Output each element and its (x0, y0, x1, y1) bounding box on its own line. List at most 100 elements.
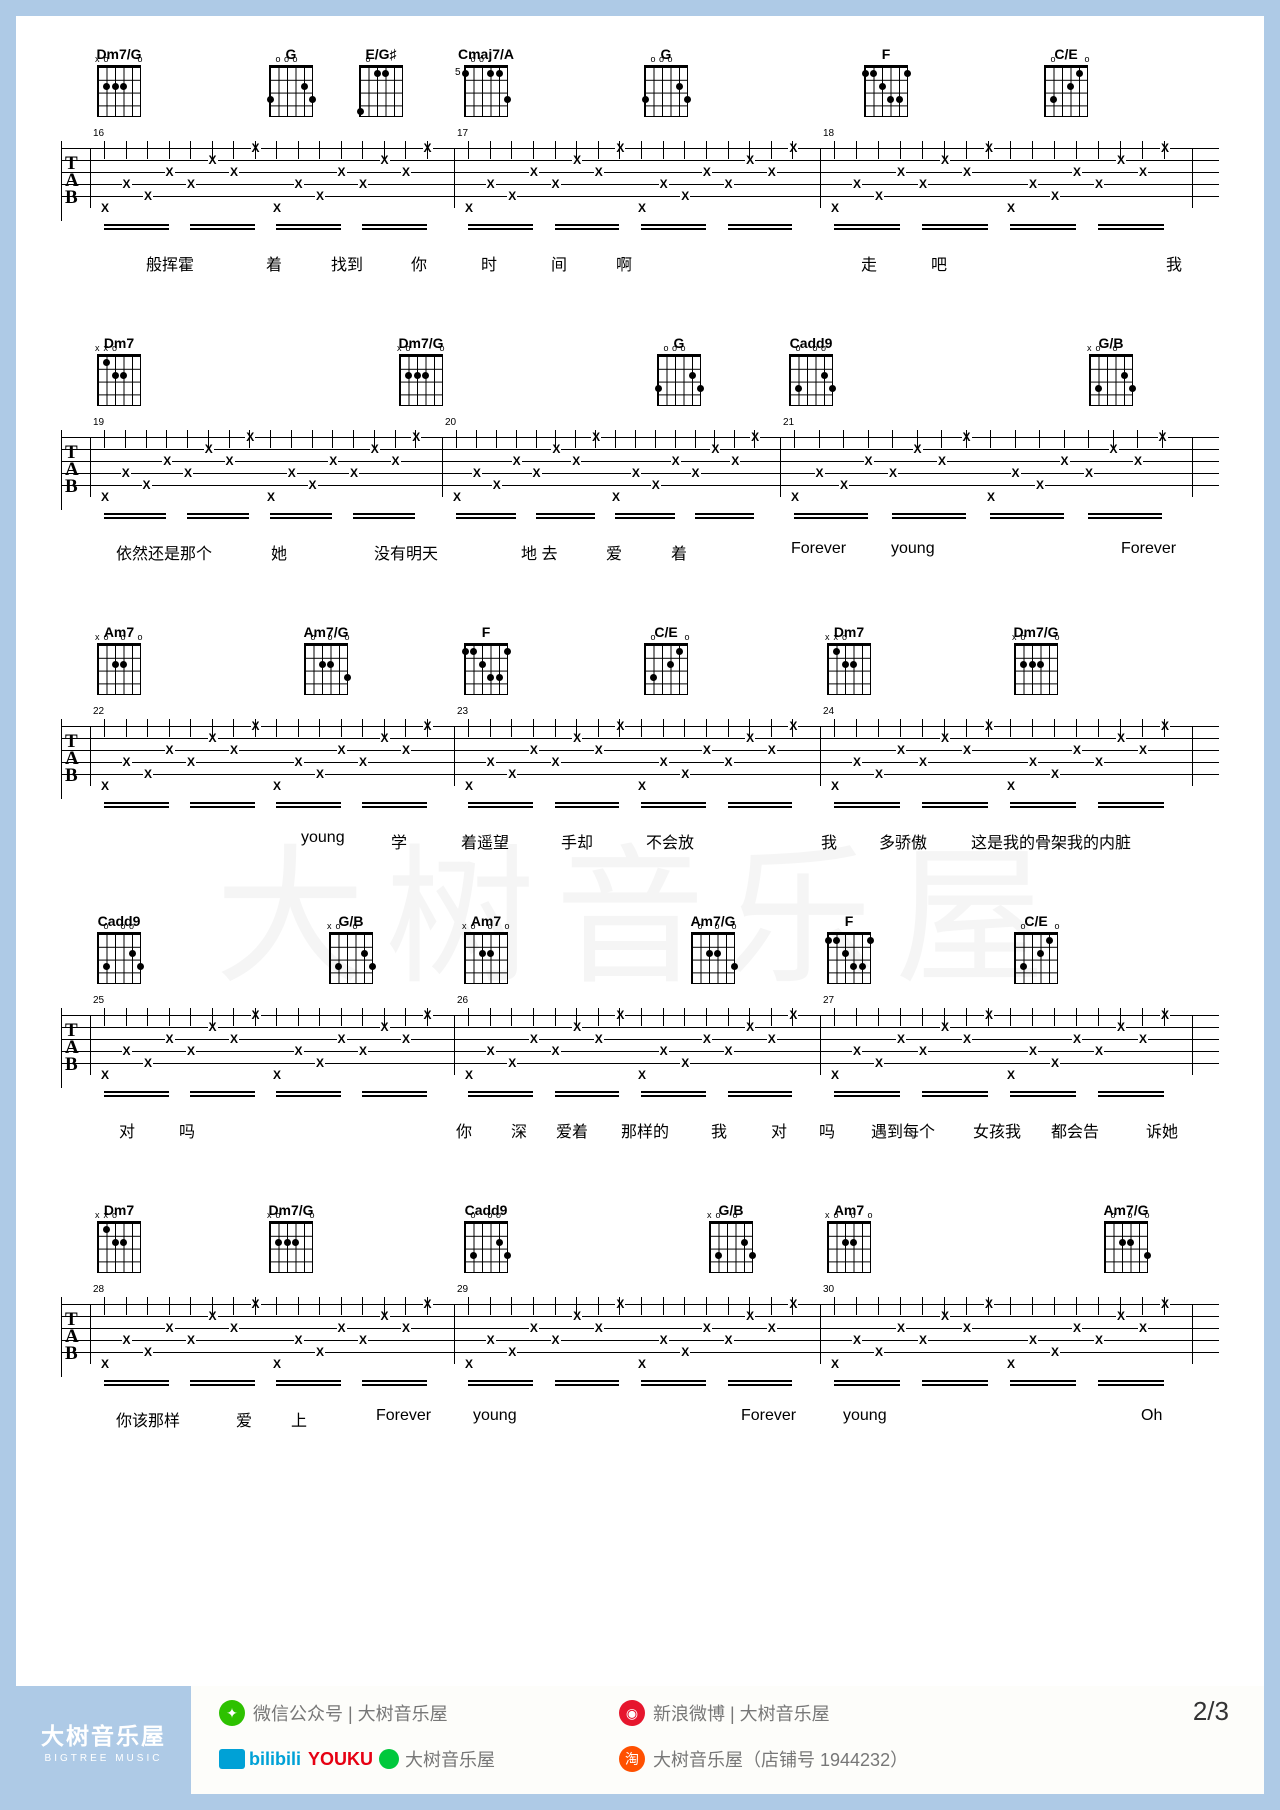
measure-number: 20 (445, 417, 456, 428)
measure-number: 23 (457, 706, 468, 717)
lyric: 不会放 (646, 829, 694, 853)
tab-note: X (962, 167, 972, 177)
lyric: Forever (741, 1407, 796, 1425)
chord-grid: xoo (1014, 643, 1058, 695)
tab-note: X (659, 1046, 669, 1056)
tab-note: X (745, 1022, 755, 1032)
barline (454, 726, 455, 786)
tab-note: X (380, 155, 390, 165)
tab-note: X (730, 456, 740, 466)
tab-note: X (529, 1034, 539, 1044)
tab-note: X (594, 167, 604, 177)
chord-name: F (819, 913, 879, 929)
chord-grid: xoo (269, 1221, 313, 1273)
chord-diagram: G/B xoo (321, 913, 381, 984)
barline (1192, 726, 1193, 786)
tab-note: X (423, 1010, 433, 1020)
weibo-icon: ◉ (619, 1700, 645, 1726)
barline (1192, 437, 1193, 497)
tab-note: X (143, 769, 153, 779)
tab-note: X (464, 203, 474, 213)
chord-name: G (649, 335, 709, 351)
wechat-link[interactable]: ✦ 微信公众号 | 大树音乐屋 (219, 1700, 448, 1726)
chord-grid (864, 65, 908, 117)
tab-note: X (984, 1010, 994, 1020)
lyric: 走 (861, 251, 877, 275)
chord-grid (827, 932, 871, 984)
tab-note: X (358, 1046, 368, 1056)
lyric: 多骄傲 (879, 829, 927, 853)
tab-note: X (852, 1335, 862, 1345)
tab-note: X (1050, 769, 1060, 779)
chord-grid: ooo (97, 932, 141, 984)
weibo-text: 新浪微博 | 大树音乐屋 (653, 1700, 830, 1726)
chord-grid: ooo (269, 65, 313, 117)
lyric: 爱 (236, 1407, 252, 1431)
tab-note: X (962, 1323, 972, 1333)
tab-note: X (637, 203, 647, 213)
tab-note: X (464, 1359, 474, 1369)
video-text: 大树音乐屋 (405, 1746, 495, 1772)
barline (454, 148, 455, 208)
lyric: 遇到每个 (871, 1118, 935, 1142)
lyric: 她 (271, 540, 287, 564)
lyric: Forever (376, 1407, 431, 1425)
tab-staff: TAB192021XXXXXXXXXXXXXXXXXXXXXXXXXXXXXXX… (61, 430, 1219, 510)
tab-note: X (507, 1347, 517, 1357)
taobao-link[interactable]: 淘 大树音乐屋（店铺号 1944232） (619, 1746, 908, 1772)
lyrics-row: 般挥霍着找到你时间啊走吧我 (61, 251, 1219, 275)
page-footer: 大树音乐屋 BIGTREE MUSIC 2/3 ✦ 微信公众号 | 大树音乐屋 … (16, 1686, 1264, 1794)
chord-diagram: G ooo (649, 335, 709, 406)
chord-name: Cadd9 (456, 1202, 516, 1218)
tab-note: X (962, 432, 972, 442)
tab-note: X (208, 155, 218, 165)
tab-note: X (839, 480, 849, 490)
tab-note: X (937, 456, 947, 466)
tab-note: X (186, 179, 196, 189)
tab-note: X (1035, 480, 1045, 490)
lyric: 你 (456, 1118, 472, 1142)
weibo-link[interactable]: ◉ 新浪微博 | 大树音乐屋 (619, 1700, 830, 1726)
tab-note: X (294, 179, 304, 189)
tab-staff: TAB222324XXXXXXXXXXXXXXXXXXXXXXXXXXXXXXX… (61, 719, 1219, 799)
tab-note: X (864, 456, 874, 466)
tab-note: X (507, 191, 517, 201)
chord-grid: xxo (97, 354, 141, 406)
tab-note: X (1160, 1010, 1170, 1020)
tab-note: X (294, 1046, 304, 1056)
lyric: Forever (1121, 540, 1176, 558)
tab-note: X (122, 757, 132, 767)
tab-systems: Dm7/G xoo G ooo E/G♯ o Cmaj7/A 5oo G ooo… (61, 46, 1219, 1431)
chord-grid (464, 643, 508, 695)
tab-note: X (913, 444, 923, 454)
lyric: 间 (551, 251, 567, 275)
tab-system: Dm7 xxo Dm7/G xoo Cadd9 ooo G/B xoo Am7 … (61, 1202, 1219, 1431)
tab-note: X (1050, 191, 1060, 201)
tab-note: X (507, 1058, 517, 1068)
tab-note: X (551, 1335, 561, 1345)
lyric: 爱 (606, 540, 622, 564)
tab-note: X (940, 1022, 950, 1032)
lyric: Forever (791, 540, 846, 558)
chord-diagram: F (856, 46, 916, 117)
barline (454, 1304, 455, 1364)
tab-note: X (852, 179, 862, 189)
tab-note: X (401, 1034, 411, 1044)
chord-diagram: Dm7 xxo (89, 1202, 149, 1273)
tab-note: X (100, 1359, 110, 1369)
tab-note: X (767, 1323, 777, 1333)
chord-grid: xxo (97, 1221, 141, 1273)
chord-diagram: Dm7/G xoo (261, 1202, 321, 1273)
chord-grid: ooo (464, 1221, 508, 1273)
chord-grid: xoo (329, 932, 373, 984)
lyric: 深 (511, 1118, 527, 1142)
tab-note: X (165, 167, 175, 177)
tab-note: X (1028, 1335, 1038, 1345)
tab-note: X (464, 1070, 474, 1080)
tab-note: X (788, 143, 798, 153)
chord-diagram: Dm7/G xoo (1006, 624, 1066, 695)
tab-note: X (529, 745, 539, 755)
video-link[interactable]: bilibili YOUKU 大树音乐屋 (219, 1746, 495, 1772)
tab-note: X (512, 456, 522, 466)
wechat-icon: ✦ (219, 1700, 245, 1726)
